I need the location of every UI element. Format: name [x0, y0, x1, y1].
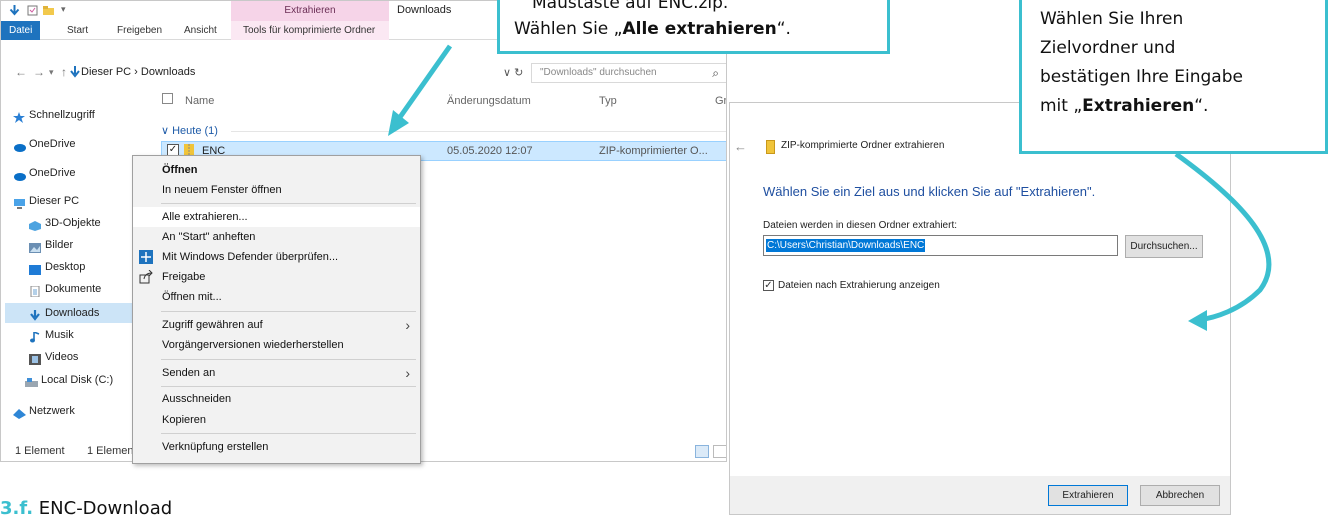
step-caption: 3.f. ENC-Download — [0, 498, 172, 517]
arrow-head — [388, 110, 409, 136]
callout-arrows — [388, 44, 1272, 331]
arrow-head — [1188, 310, 1207, 331]
arrow-to-dialog — [1174, 151, 1272, 323]
step-number: 3.f. — [0, 498, 34, 517]
arrow-to-menu-item — [395, 44, 453, 122]
step-title: ENC-Download — [38, 498, 173, 517]
